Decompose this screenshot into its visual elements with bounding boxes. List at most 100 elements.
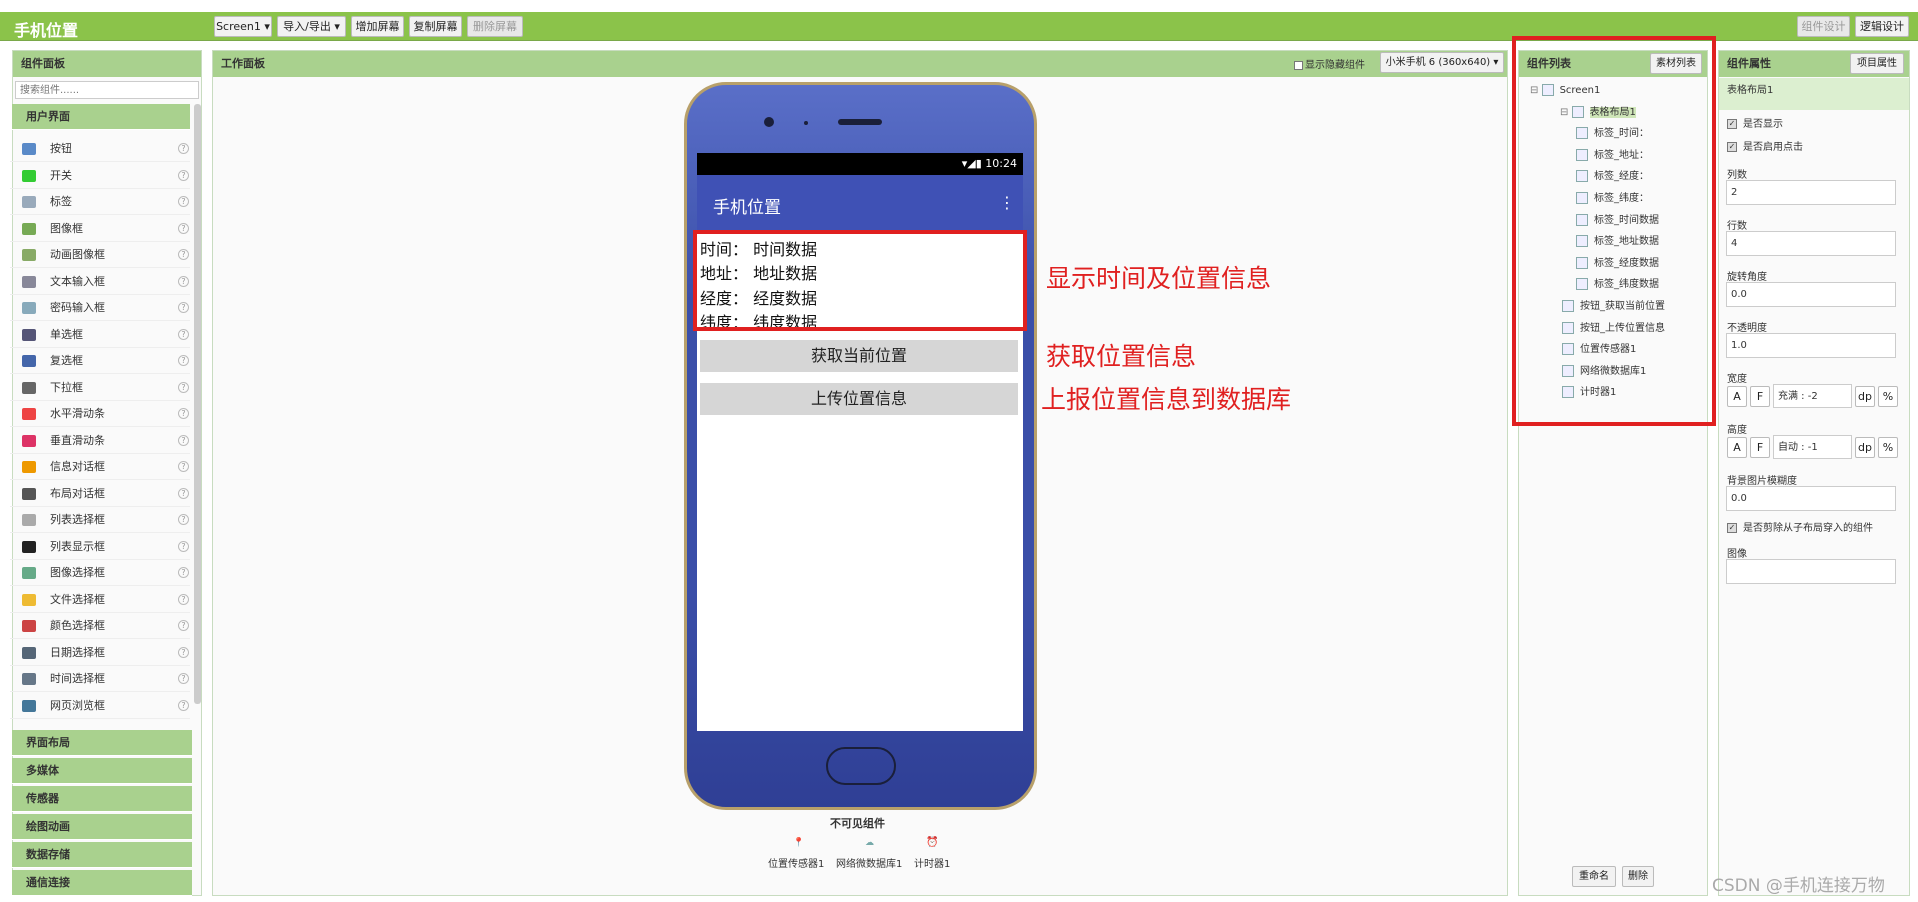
- component-icon: [22, 673, 36, 685]
- clip-checkbox[interactable]: ✓ 是否剪除从子布局穿入的组件: [1727, 523, 1873, 535]
- palette-item[interactable]: 图像框?: [10, 216, 190, 242]
- help-icon[interactable]: ?: [178, 275, 189, 287]
- clickable-checkbox[interactable]: ✓ 是否启用点击: [1727, 142, 1803, 154]
- category-item[interactable]: 界面布局: [12, 730, 192, 756]
- palette-item[interactable]: 日期选择框?: [10, 640, 190, 666]
- palette-item[interactable]: 布局对话框?: [10, 481, 190, 507]
- blur-label: 背景图片模糊度: [1727, 476, 1797, 487]
- help-icon[interactable]: ?: [178, 567, 189, 578]
- help-icon[interactable]: ?: [178, 222, 189, 234]
- help-icon[interactable]: ?: [178, 673, 189, 684]
- component-icon: [22, 593, 36, 606]
- height-auto-button[interactable]: A: [1727, 437, 1747, 458]
- width-auto-button[interactable]: A: [1727, 386, 1747, 407]
- delete-component-button[interactable]: 删除: [1622, 866, 1654, 887]
- help-icon[interactable]: ?: [178, 434, 189, 446]
- status-time: 10:24: [985, 157, 1017, 170]
- blur-input[interactable]: 0.0: [1726, 486, 1896, 511]
- palette-item[interactable]: 图像选择框?: [10, 560, 190, 586]
- help-icon[interactable]: ?: [178, 169, 189, 181]
- device-select[interactable]: 小米手机 6 (360x640) ▾: [1380, 52, 1504, 73]
- import-export-button[interactable]: 导入/导出 ▾: [277, 16, 346, 37]
- palette-item[interactable]: 时间选择框?: [10, 666, 190, 692]
- palette-scrollbar[interactable]: [194, 104, 201, 704]
- category-item[interactable]: 多媒体: [12, 758, 192, 784]
- help-icon[interactable]: ?: [178, 408, 189, 419]
- rename-button[interactable]: 重命名: [1572, 866, 1616, 887]
- columns-input[interactable]: 2: [1726, 180, 1896, 205]
- palette-item[interactable]: 按钮?: [10, 136, 190, 162]
- palette-item-label: 复选框: [50, 354, 83, 367]
- palette-item[interactable]: 动画图像框?: [10, 242, 190, 268]
- width-fill-button[interactable]: F: [1750, 386, 1770, 407]
- height-dp-button[interactable]: dp: [1855, 437, 1875, 458]
- project-properties-button[interactable]: 项目属性: [1850, 53, 1904, 74]
- palette-item-label: 标签: [50, 195, 72, 208]
- copy-screen-button[interactable]: 复制屏幕: [409, 16, 462, 37]
- category-item[interactable]: 数据存储: [12, 842, 192, 868]
- designer-button[interactable]: 组件设计: [1797, 16, 1850, 37]
- screen-select[interactable]: Screen1 ▾: [214, 16, 272, 37]
- palette-item[interactable]: 复选框?: [10, 348, 190, 374]
- delete-screen-button[interactable]: 删除屏幕: [467, 16, 523, 37]
- palette-item[interactable]: 文本输入框?: [10, 269, 190, 295]
- width-input[interactable]: 充满 : -2: [1773, 384, 1852, 408]
- palette-item[interactable]: 水平滑动条?: [10, 401, 190, 427]
- component-icon: [22, 514, 36, 526]
- help-icon[interactable]: ?: [178, 381, 189, 393]
- overflow-menu-icon[interactable]: ⋮: [999, 193, 1015, 212]
- height-fill-button[interactable]: F: [1750, 437, 1770, 458]
- palette-item[interactable]: 列表显示框?: [10, 534, 190, 560]
- help-icon[interactable]: ?: [178, 514, 189, 525]
- category-item[interactable]: 通信连接: [12, 870, 192, 896]
- help-icon[interactable]: ?: [178, 355, 189, 366]
- palette-item[interactable]: 列表选择框?: [10, 507, 190, 533]
- palette-item[interactable]: 垂直滑动条?: [10, 428, 190, 454]
- rotation-input[interactable]: 0.0: [1726, 282, 1896, 307]
- help-icon[interactable]: ?: [178, 620, 189, 631]
- palette-item[interactable]: 标签?: [10, 189, 190, 215]
- rows-input[interactable]: 4: [1726, 231, 1896, 256]
- palette-item[interactable]: 下拉框?: [10, 375, 190, 401]
- palette-item[interactable]: 信息对话框?: [10, 454, 190, 480]
- help-icon[interactable]: ?: [178, 646, 189, 658]
- palette-item[interactable]: 开关?: [10, 163, 190, 189]
- help-icon[interactable]: ?: [178, 249, 189, 260]
- help-icon[interactable]: ?: [178, 196, 189, 207]
- get-location-button[interactable]: 获取当前位置: [700, 340, 1018, 372]
- upload-location-button[interactable]: 上传位置信息: [700, 383, 1018, 415]
- palette-item[interactable]: 密码输入框?: [10, 295, 190, 321]
- help-icon[interactable]: ?: [178, 461, 189, 472]
- image-input[interactable]: [1726, 559, 1896, 584]
- help-icon[interactable]: ?: [178, 540, 189, 552]
- opacity-input[interactable]: 1.0: [1726, 333, 1896, 358]
- width-dp-button[interactable]: dp: [1855, 386, 1875, 407]
- palette-item[interactable]: 颜色选择框?: [10, 613, 190, 639]
- component-icon: [22, 620, 36, 632]
- blocks-button[interactable]: 逻辑设计: [1855, 16, 1909, 37]
- help-icon[interactable]: ?: [178, 593, 189, 605]
- location-sensor-icon: 📍: [793, 838, 805, 848]
- width-percent-button[interactable]: %: [1878, 386, 1898, 407]
- help-icon[interactable]: ?: [178, 143, 189, 154]
- help-icon[interactable]: ?: [178, 487, 189, 499]
- add-screen-button[interactable]: 增加屏幕: [351, 16, 404, 37]
- category-user-interface[interactable]: 用户界面: [12, 104, 190, 130]
- palette-item-label: 网页浏览框: [50, 698, 105, 712]
- height-percent-button[interactable]: %: [1878, 437, 1898, 458]
- palette-search-input[interactable]: [15, 81, 199, 99]
- palette-item[interactable]: 文件选择框?: [10, 587, 190, 613]
- palette-item[interactable]: 单选框?: [10, 322, 190, 348]
- nonvisible-tinywebdb: 网络微数据库1: [836, 859, 903, 870]
- help-icon[interactable]: ?: [178, 302, 189, 313]
- palette-item-label: 动画图像框: [50, 248, 105, 261]
- palette-item[interactable]: 网页浏览框?: [10, 693, 190, 719]
- help-icon[interactable]: ?: [178, 328, 189, 340]
- category-item[interactable]: 传感器: [12, 786, 192, 812]
- annotation-display-info: 显示时间及位置信息: [1046, 264, 1272, 293]
- category-item[interactable]: 绘图动画: [12, 814, 192, 840]
- help-icon[interactable]: ?: [178, 699, 189, 711]
- visible-checkbox[interactable]: ✓ 是否显示: [1727, 119, 1783, 131]
- show-hidden-checkbox[interactable]: 显示隐藏组件: [1294, 56, 1365, 71]
- height-input[interactable]: 自动 : -1: [1773, 435, 1852, 459]
